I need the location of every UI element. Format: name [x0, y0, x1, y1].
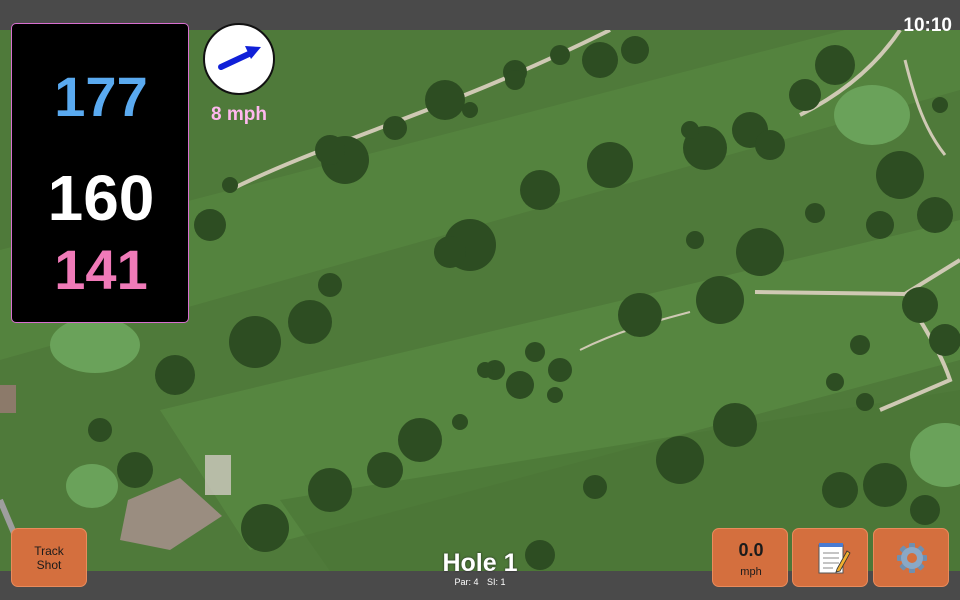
wind-direction-arrow-icon	[203, 23, 275, 95]
distance-panel: 177 160 141	[11, 23, 189, 323]
hole-par: Par: 4	[454, 577, 479, 587]
hole-stroke-index: SI: 1	[487, 577, 506, 587]
front-of-green-distance: 141	[54, 238, 148, 301]
scorecard-notes-button[interactable]	[792, 528, 868, 587]
middle-of-green-distance: 160	[47, 162, 155, 234]
status-clock: 10:10	[903, 15, 952, 36]
speed-value: 0.0	[738, 540, 764, 560]
gear-icon	[897, 543, 927, 573]
track-shot-label-line1: Track	[34, 543, 64, 558]
settings-button[interactable]	[873, 528, 949, 587]
hole-info: Par: 4 SI: 1	[380, 577, 580, 587]
wind-speed-label: 8 mph	[211, 104, 267, 125]
track-shot-button[interactable]: Track Shot	[11, 528, 87, 587]
notepad-icon	[818, 543, 851, 574]
speed-button[interactable]: 0.0 mph	[712, 528, 788, 587]
hole-title: Hole 1	[442, 549, 518, 577]
speed-unit: mph	[740, 566, 762, 578]
track-shot-label-line2: Shot	[36, 557, 62, 572]
gps-app: 10:10 177 160 141 8 mph Track Shot 0.0 m…	[0, 0, 960, 600]
back-of-green-distance: 177	[54, 65, 148, 128]
